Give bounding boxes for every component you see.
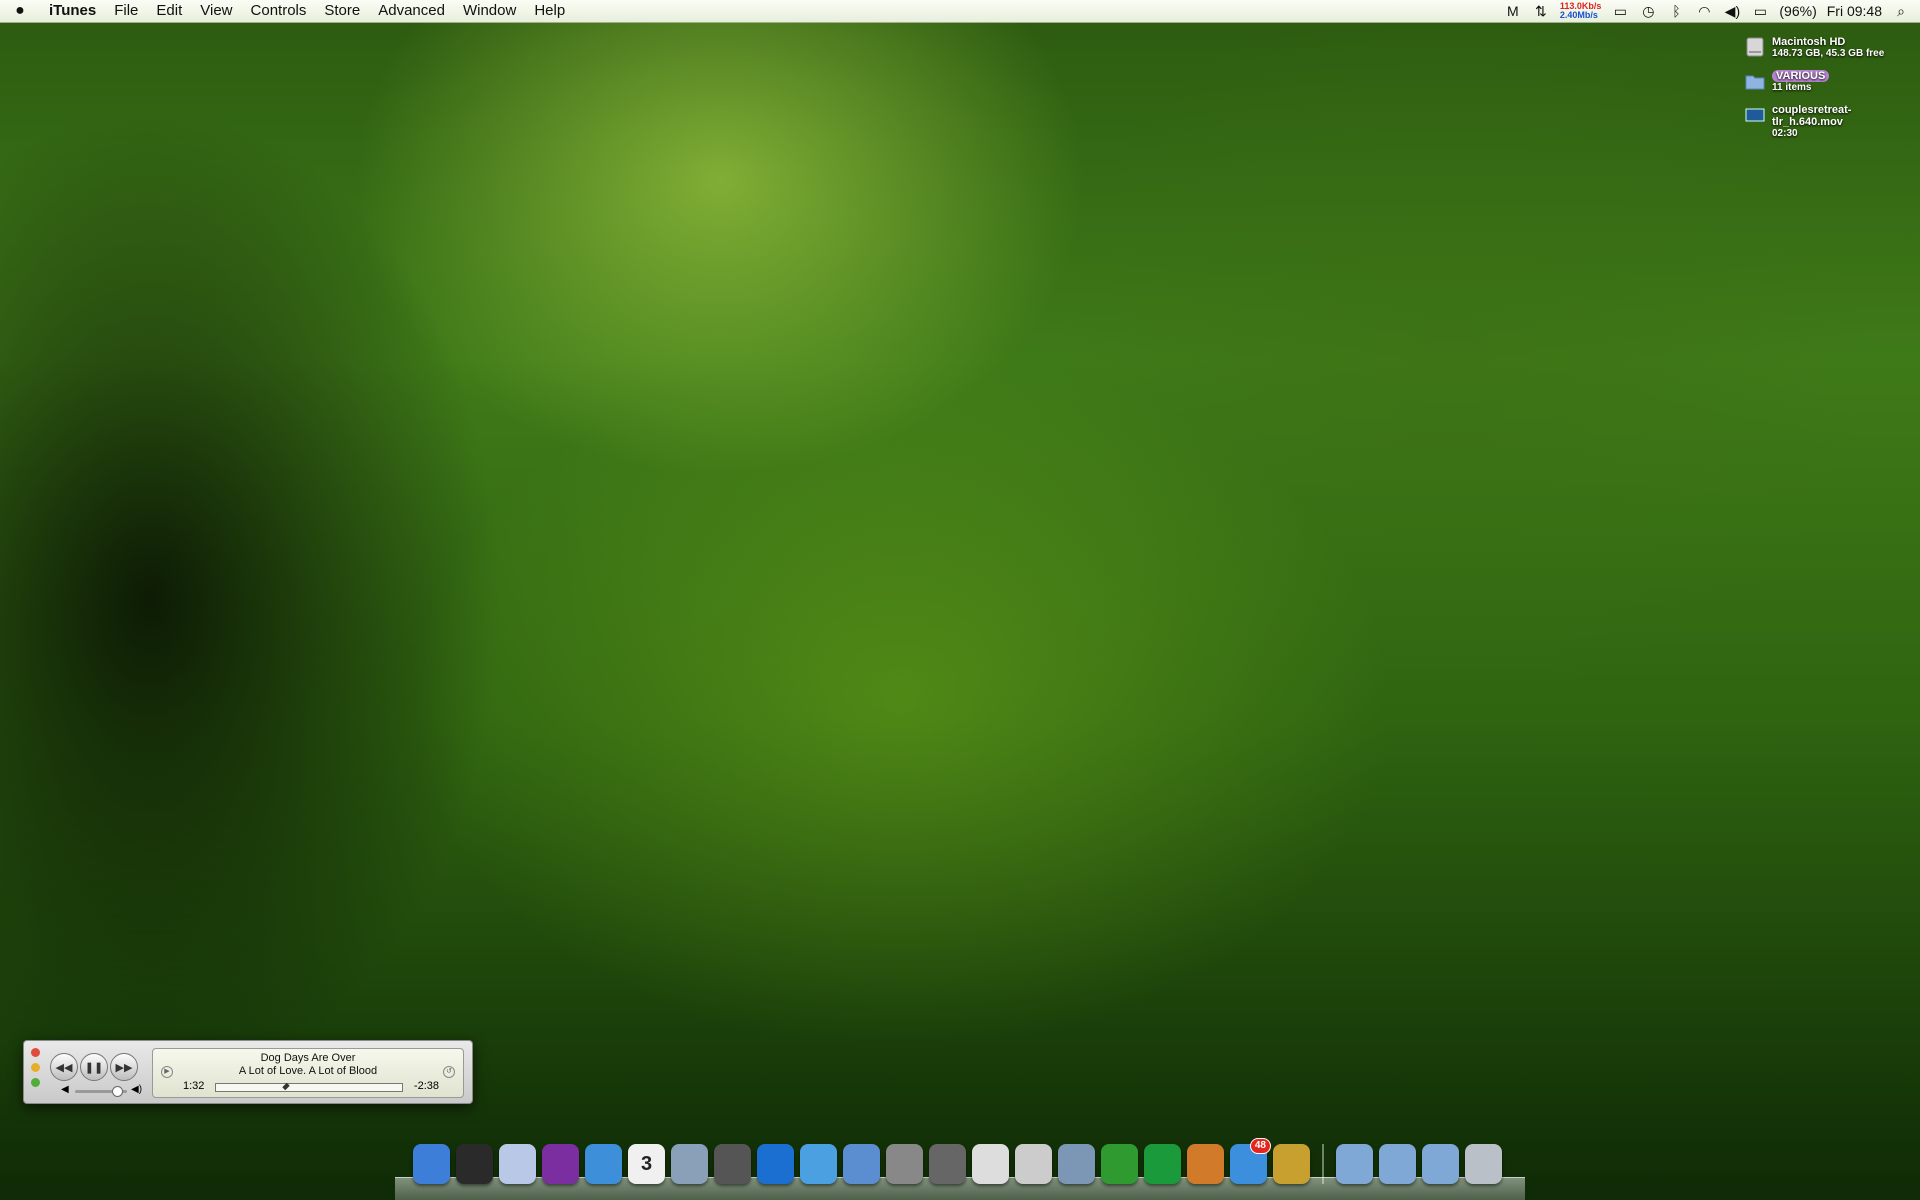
song-title: Dog Days Are Over — [260, 1052, 356, 1064]
desktop-item-info: 148.73 GB, 45.3 GB free — [1772, 48, 1885, 59]
display-icon[interactable]: ▭ — [1611, 2, 1629, 20]
quicktime-icon[interactable] — [757, 1144, 794, 1184]
dock: 3 48 — [395, 1138, 1525, 1200]
album-title: A Lot of Love. A Lot of Blood — [238, 1065, 378, 1077]
dashboard-icon[interactable] — [456, 1144, 493, 1184]
pause-icon: ❚❚ — [84, 1061, 104, 1074]
clock[interactable]: Fri 09:48 — [1827, 3, 1882, 19]
dock-items: 3 48 — [413, 1138, 1502, 1184]
menu-store[interactable]: Store — [315, 0, 369, 22]
dock-separator — [1322, 1144, 1324, 1184]
pause-button[interactable]: ❚❚ — [80, 1053, 108, 1081]
front-row-icon[interactable] — [714, 1144, 751, 1184]
menu-view[interactable]: View — [191, 0, 241, 22]
desktop-item-folder[interactable]: VARIOUS 11 items — [1744, 70, 1894, 94]
finder-icon[interactable] — [413, 1144, 450, 1184]
remaining-time: -2:38 — [413, 1080, 439, 1092]
desktop-item-name: couplesretreat-tlr_h.640.mov — [1772, 104, 1852, 128]
safari-icon[interactable] — [585, 1144, 622, 1184]
desktop-item-info: 11 items — [1772, 82, 1812, 93]
menu-bar: ● iTunes File Edit View Controls Store A… — [0, 0, 1920, 23]
disk-utility-icon[interactable] — [843, 1144, 880, 1184]
elapsed-time: 1:32 — [183, 1080, 205, 1092]
zoom-button[interactable] — [31, 1078, 40, 1087]
transmission-icon[interactable] — [1015, 1144, 1052, 1184]
leaf-app-icon[interactable] — [1101, 1144, 1138, 1184]
network-utility-icon[interactable] — [929, 1144, 966, 1184]
fast-forward-icon: ▶▶ — [115, 1061, 133, 1074]
time-machine-icon[interactable]: ◷ — [1639, 2, 1657, 20]
close-button[interactable] — [31, 1048, 40, 1057]
menu-controls[interactable]: Controls — [242, 0, 316, 22]
progress-knob[interactable] — [281, 1082, 290, 1091]
messenger-icon[interactable]: 48 — [1230, 1138, 1271, 1184]
snapback-icon[interactable]: ↺ — [443, 1066, 455, 1078]
battery-icon[interactable]: ▭ — [1751, 2, 1769, 20]
app-menu[interactable]: iTunes — [40, 0, 105, 22]
progress-bar[interactable] — [215, 1082, 403, 1092]
ical-icon[interactable]: 3 — [628, 1144, 665, 1184]
gmail-notifier-icon[interactable]: M — [1504, 2, 1522, 20]
download-speed: 2.40Mb/s — [1559, 10, 1598, 20]
rewind-icon: ◀◀ — [55, 1061, 73, 1074]
menu-window[interactable]: Window — [454, 0, 525, 22]
menu-edit[interactable]: Edit — [147, 0, 191, 22]
desktop-item-name: VARIOUS — [1772, 70, 1830, 82]
system-preferences-icon[interactable] — [886, 1144, 923, 1184]
network-arrows-icon: ⇅ — [1534, 2, 1547, 19]
textedit-icon[interactable] — [972, 1144, 1009, 1184]
volume-high-icon: ◀) — [131, 1084, 143, 1095]
next-track-button[interactable]: ▶▶ — [110, 1053, 138, 1081]
desktop-icons: Macintosh HD 148.73 GB, 45.3 GB free VAR… — [1744, 36, 1894, 150]
documents-folder-icon[interactable] — [1336, 1144, 1373, 1184]
downloads-folder-icon[interactable] — [1379, 1144, 1416, 1184]
adium-icon[interactable] — [542, 1144, 579, 1184]
volume-knob[interactable] — [112, 1086, 124, 1097]
ical-date: 3 — [640, 1152, 653, 1175]
preview-icon[interactable] — [1058, 1144, 1095, 1184]
iphoto-icon[interactable] — [671, 1144, 708, 1184]
network-speed[interactable]: 113.0Kb/s 2.40Mb/s — [1560, 2, 1602, 20]
volume-icon[interactable]: ◀) — [1723, 2, 1741, 20]
itunes-mini-player: ◀◀ ❚❚ ▶▶ ◀ ◀) ▶ Dog Days Are Over A Lot … — [23, 1040, 473, 1104]
desktop-item-info: 02:30 — [1772, 128, 1798, 139]
bluetooth-icon[interactable]: ᛒ — [1667, 2, 1685, 20]
mail-icon[interactable] — [499, 1144, 536, 1184]
volume-slider[interactable]: ◀ ◀) — [61, 1084, 143, 1098]
folder-icon — [1745, 75, 1765, 90]
notification-badge: 48 — [1249, 1138, 1271, 1154]
itunes-icon[interactable] — [800, 1144, 837, 1184]
apple-menu-icon[interactable]: ● — [0, 2, 40, 20]
wifi-icon[interactable]: ◠ — [1695, 2, 1713, 20]
applications-folder-icon[interactable] — [1422, 1144, 1459, 1184]
desktop-item-movie[interactable]: couplesretreat-tlr_h.640.mov 02:30 — [1744, 104, 1894, 140]
previous-track-button[interactable]: ◀◀ — [50, 1053, 78, 1081]
downloads-stack-icon[interactable] — [1273, 1144, 1310, 1184]
minimize-button[interactable] — [31, 1063, 40, 1072]
spotlight-search-icon[interactable]: ⌕ — [1892, 2, 1910, 20]
x-app-icon[interactable] — [1144, 1144, 1181, 1184]
desktop-item-name: Macintosh HD — [1772, 36, 1846, 48]
desktop-item-hard-drive[interactable]: Macintosh HD 148.73 GB, 45.3 GB free — [1744, 36, 1894, 60]
grid-app-icon[interactable] — [1187, 1144, 1224, 1184]
battery-percent[interactable]: (96%) — [1779, 3, 1816, 19]
now-playing-display: ▶ Dog Days Are Over A Lot of Love. A Lot… — [152, 1048, 464, 1098]
status-area: M ⇅ 113.0Kb/s 2.40Mb/s ▭ ◷ ᛒ ◠ ◀) ▭ (96%… — [1504, 0, 1910, 22]
volume-low-icon: ◀ — [61, 1084, 69, 1095]
trash-icon[interactable] — [1465, 1144, 1502, 1184]
menu-file[interactable]: File — [105, 0, 147, 22]
menu-advanced[interactable]: Advanced — [369, 0, 454, 22]
movie-file-icon — [1745, 108, 1765, 122]
menu-help[interactable]: Help — [525, 0, 574, 22]
hard-drive-icon — [1746, 37, 1764, 57]
